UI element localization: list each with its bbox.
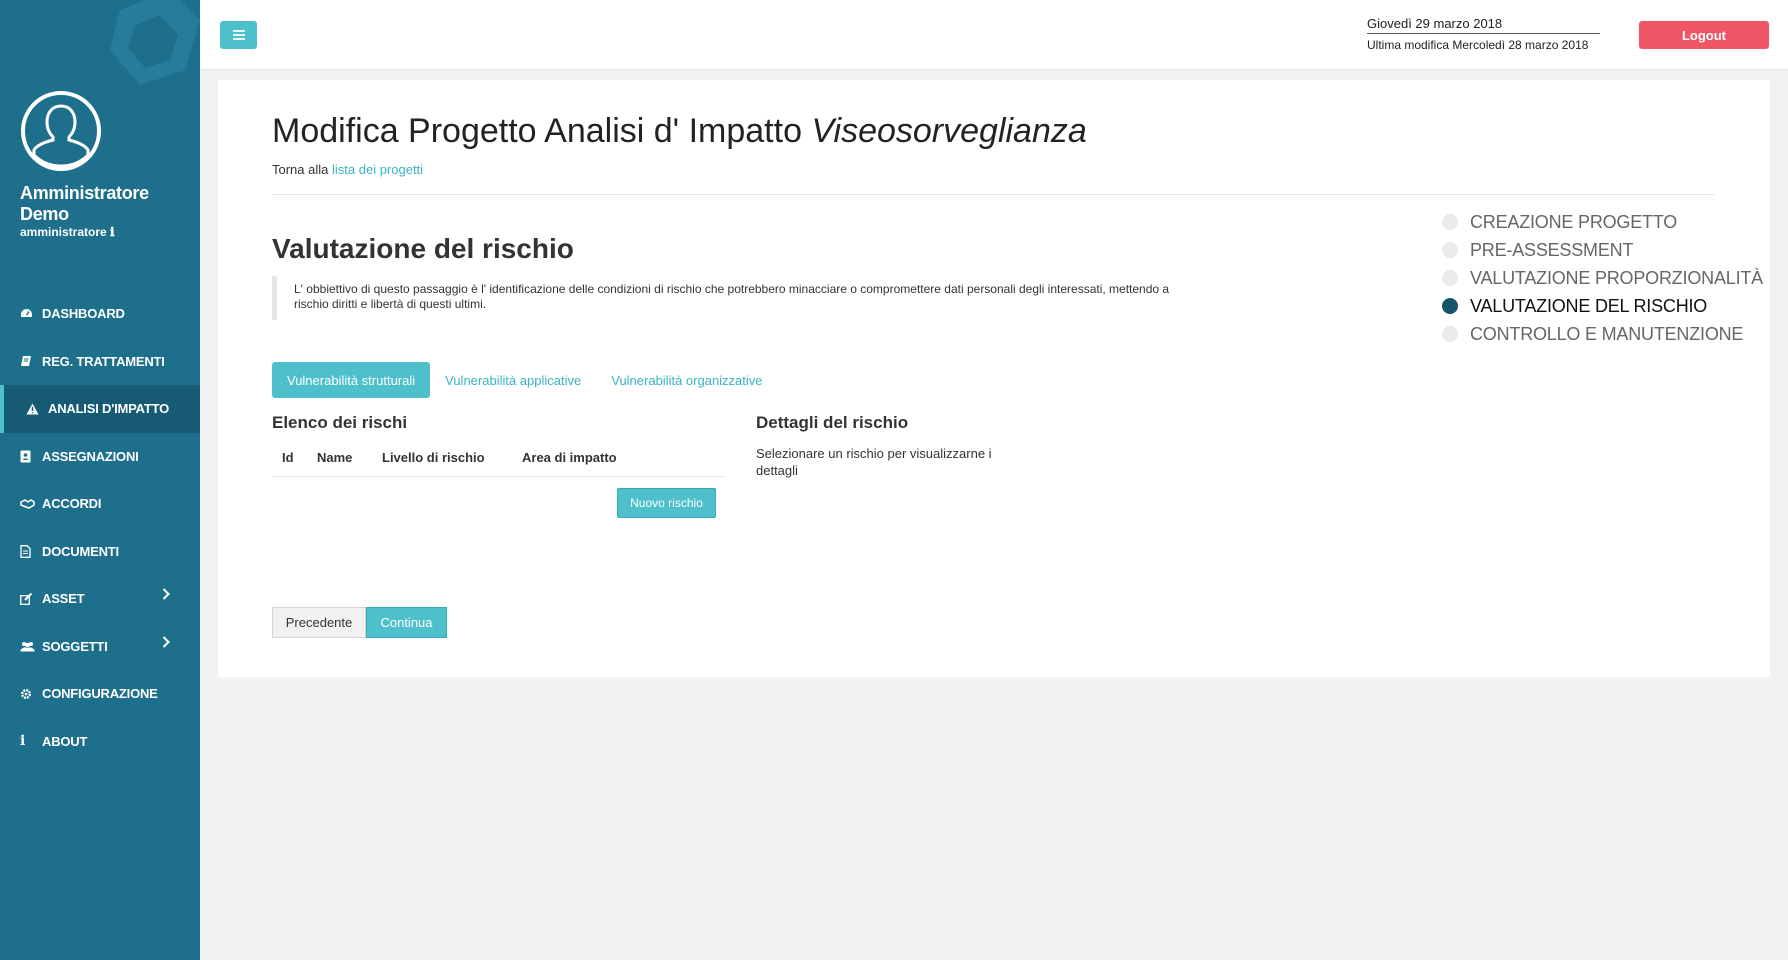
divider	[272, 194, 1714, 195]
sidebar-item-label: REG. TRATTAMENTI	[42, 353, 165, 369]
back-line: Torna alla lista dei progetti	[272, 162, 423, 177]
brand-logo-icon	[110, 0, 200, 85]
chevron-right-icon	[162, 588, 170, 603]
main-card: Modifica Progetto Analisi d' Impatto Vis…	[218, 80, 1770, 677]
sidebar-item-dashboard[interactable]: DASHBOARD	[0, 290, 200, 338]
new-risk-button[interactable]: Nuovo rischio	[617, 488, 716, 518]
back-text: Torna alla	[272, 162, 329, 177]
logout-button[interactable]: Logout	[1639, 21, 1769, 49]
last-modified-date: Ultima modifica Mercoledì 28 marzo 2018	[1367, 38, 1589, 52]
risk-list-title: Elenco dei rischi	[272, 413, 408, 432]
step-dot-current	[1442, 298, 1458, 314]
step-dot	[1442, 214, 1458, 230]
current-date: Giovedì 29 marzo 2018	[1367, 16, 1600, 34]
column-header-impact-area[interactable]: Area di impatto	[522, 450, 617, 465]
sidebar-item-label: SOGGETTI	[42, 638, 108, 654]
sidebar-item-analisi-impatto[interactable]: ANALISI D'IMPATTO	[0, 385, 200, 433]
sidebar: Amministratore Demo amministratore ℹ DAS…	[0, 0, 200, 960]
risk-details-placeholder: Selezionare un rischio per visualizzarne…	[756, 446, 992, 478]
warning-icon	[26, 403, 48, 415]
sidebar-item-label: ASSET	[42, 591, 85, 607]
step-valutazione-rischio[interactable]: VALUTAZIONE DEL RISCHIO	[1442, 292, 1763, 320]
document-icon	[20, 544, 42, 558]
step-pre-assessment[interactable]: PRE-ASSESSMENT	[1442, 236, 1763, 264]
tab-vulnerabilita-organizzative[interactable]: Vulnerabilità organizzative	[596, 362, 777, 398]
previous-button[interactable]: Precedente	[272, 607, 366, 638]
chevron-right-icon	[162, 635, 170, 651]
sidebar-item-assegnazioni[interactable]: ASSEGNAZIONI	[0, 433, 200, 481]
sidebar-item-label: DOCUMENTI	[42, 543, 119, 559]
menu-toggle-button[interactable]	[220, 21, 257, 49]
sidebar-item-label: ANALISI D'IMPATTO	[48, 401, 170, 417]
date-info: Giovedì 29 marzo 2018 Ultima modifica Me…	[1367, 16, 1600, 52]
user-avatar-icon	[21, 91, 101, 171]
sidebar-item-reg-trattamenti[interactable]: REG. TRATTAMENTI	[0, 338, 200, 386]
book-icon	[20, 355, 42, 367]
user-role: amministratore ℹ	[20, 225, 115, 239]
users-icon	[20, 641, 42, 652]
step-label: CONTROLLO E MANUTENZIONE	[1470, 323, 1744, 344]
sidebar-item-label: ASSEGNAZIONI	[42, 448, 139, 464]
user-role-text: amministratore	[20, 225, 107, 239]
sidebar-item-configurazione[interactable]: CONFIGURAZIONE	[0, 670, 200, 718]
page-title: Modifica Progetto Analisi d' Impatto Vis…	[272, 112, 1087, 151]
step-dot	[1442, 270, 1458, 286]
sidebar-item-about[interactable]: i ABOUT	[0, 718, 200, 766]
top-bar: Giovedì 29 marzo 2018 Ultima modifica Me…	[200, 0, 1788, 70]
info-icon: i	[20, 733, 26, 750]
step-controllo-manutenzione[interactable]: CONTROLLO E MANUTENZIONE	[1442, 320, 1763, 348]
step-dot	[1442, 326, 1458, 342]
dashboard-icon	[20, 308, 42, 319]
risk-details-title: Dettagli del rischio	[756, 413, 909, 432]
sidebar-item-label: ACCORDI	[42, 496, 102, 512]
column-header-name[interactable]: Name	[317, 450, 352, 465]
sidebar-item-label: CONFIGURAZIONE	[42, 686, 158, 702]
page-title-prefix: Modifica Progetto Analisi d' Impatto	[272, 112, 802, 150]
sidebar-item-soggetti[interactable]: SOGGETTI	[0, 623, 200, 671]
vulnerability-tabs: Vulnerabilità strutturali Vulnerabilità …	[272, 362, 778, 398]
tab-vulnerabilita-applicative[interactable]: Vulnerabilità applicative	[430, 362, 596, 398]
step-valutazione-proporzionalita[interactable]: VALUTAZIONE PROPORZIONALITÀ	[1442, 264, 1763, 292]
project-name: Viseosorveglianza	[811, 112, 1087, 150]
sidebar-item-asset[interactable]: ASSET	[0, 575, 200, 623]
wizard-steps: CREAZIONE PROGETTO PRE-ASSESSMENT VALUTA…	[1442, 208, 1763, 348]
sidebar-nav: DASHBOARD REG. TRATTAMENTI ANALISI D'IMP…	[0, 290, 200, 765]
sidebar-item-documenti[interactable]: DOCUMENTI	[0, 528, 200, 576]
column-header-id[interactable]: Id	[282, 450, 294, 465]
hamburger-icon	[232, 30, 245, 40]
sidebar-item-label: DASHBOARD	[42, 306, 125, 322]
step-label: CREAZIONE PROGETTO	[1470, 211, 1678, 232]
gear-icon	[20, 688, 42, 700]
edit-icon	[20, 592, 42, 605]
risk-table: Id Name Livello di rischio Area di impat…	[272, 442, 725, 477]
handshake-icon	[20, 498, 42, 509]
badge-icon	[20, 449, 42, 463]
step-label: VALUTAZIONE PROPORZIONALITÀ	[1470, 267, 1763, 288]
user-name: Amministratore Demo	[20, 183, 149, 224]
sidebar-item-accordi[interactable]: ACCORDI	[0, 480, 200, 528]
continue-button[interactable]: Continua	[366, 607, 447, 638]
info-icon[interactable]: ℹ	[110, 225, 115, 239]
step-dot	[1442, 242, 1458, 258]
step-label: VALUTAZIONE DEL RISCHIO	[1470, 295, 1708, 316]
step-creazione-progetto[interactable]: CREAZIONE PROGETTO	[1442, 208, 1763, 236]
section-description: L' obbiettivo di questo passaggio è l' i…	[272, 276, 1172, 320]
section-title: Valutazione del rischio	[272, 233, 574, 264]
project-list-link[interactable]: lista dei progetti	[332, 162, 423, 177]
tab-vulnerabilita-strutturali[interactable]: Vulnerabilità strutturali	[272, 362, 431, 398]
column-header-risk-level[interactable]: Livello di rischio	[382, 450, 485, 465]
step-label: PRE-ASSESSMENT	[1470, 239, 1634, 260]
sidebar-item-label: ABOUT	[42, 733, 88, 749]
